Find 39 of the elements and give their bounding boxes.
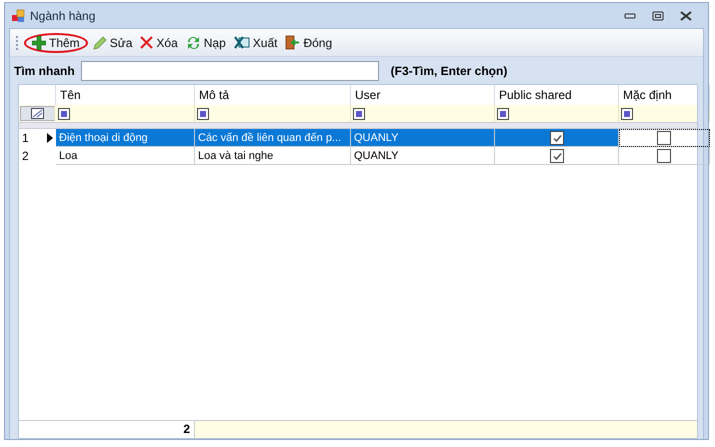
filter-checkbox[interactable] <box>497 108 509 120</box>
search-field[interactable] <box>80 60 379 80</box>
table-cell: Các vấn đề liên quan đến p... <box>195 129 351 147</box>
x-icon <box>140 36 154 49</box>
filter-checkbox[interactable] <box>353 108 365 120</box>
close-icon[interactable] <box>680 10 692 20</box>
reload-button[interactable]: Nạp <box>182 34 229 52</box>
checkbox[interactable] <box>550 148 564 162</box>
row-number: 2 <box>22 149 29 163</box>
checkbox[interactable] <box>657 130 671 144</box>
current-row-icon <box>47 133 53 143</box>
spreadsheet-icon <box>234 36 250 49</box>
checkbox[interactable] <box>550 130 564 144</box>
window-title: Ngành hàng <box>30 8 96 22</box>
filter-edit-icon[interactable] <box>31 108 44 119</box>
delete-button[interactable]: Xóa <box>137 34 181 52</box>
search-label: Tìm nhanh <box>14 64 75 78</box>
table-cell: Loa và tai nghe <box>195 147 351 165</box>
table-cell: Điện thoại di động <box>56 129 195 147</box>
table-cell: QUANLY <box>351 129 495 147</box>
add-button[interactable]: Thêm <box>24 32 88 52</box>
filter-checkbox[interactable] <box>197 108 209 120</box>
checkbox[interactable] <box>657 148 671 162</box>
minimize-icon[interactable] <box>624 10 636 18</box>
filter-checkbox[interactable] <box>58 108 70 120</box>
maximize-icon[interactable] <box>652 10 664 20</box>
app-icon <box>11 8 25 22</box>
table-cell: QUANLY <box>351 147 495 165</box>
filter-checkbox[interactable] <box>621 108 633 120</box>
search-hint: (F3-Tìm, Enter chọn) <box>390 64 508 78</box>
door-icon <box>285 35 300 50</box>
close-button[interactable]: Đóng <box>282 33 336 52</box>
plus-icon <box>32 36 46 50</box>
export-button[interactable]: Xuất <box>230 34 280 52</box>
row-number: 1 <box>22 131 29 145</box>
refresh-icon <box>186 36 201 50</box>
pencil-icon <box>92 36 107 50</box>
edit-button[interactable]: Sửa <box>90 34 136 52</box>
table-cell: Loa <box>56 147 195 165</box>
